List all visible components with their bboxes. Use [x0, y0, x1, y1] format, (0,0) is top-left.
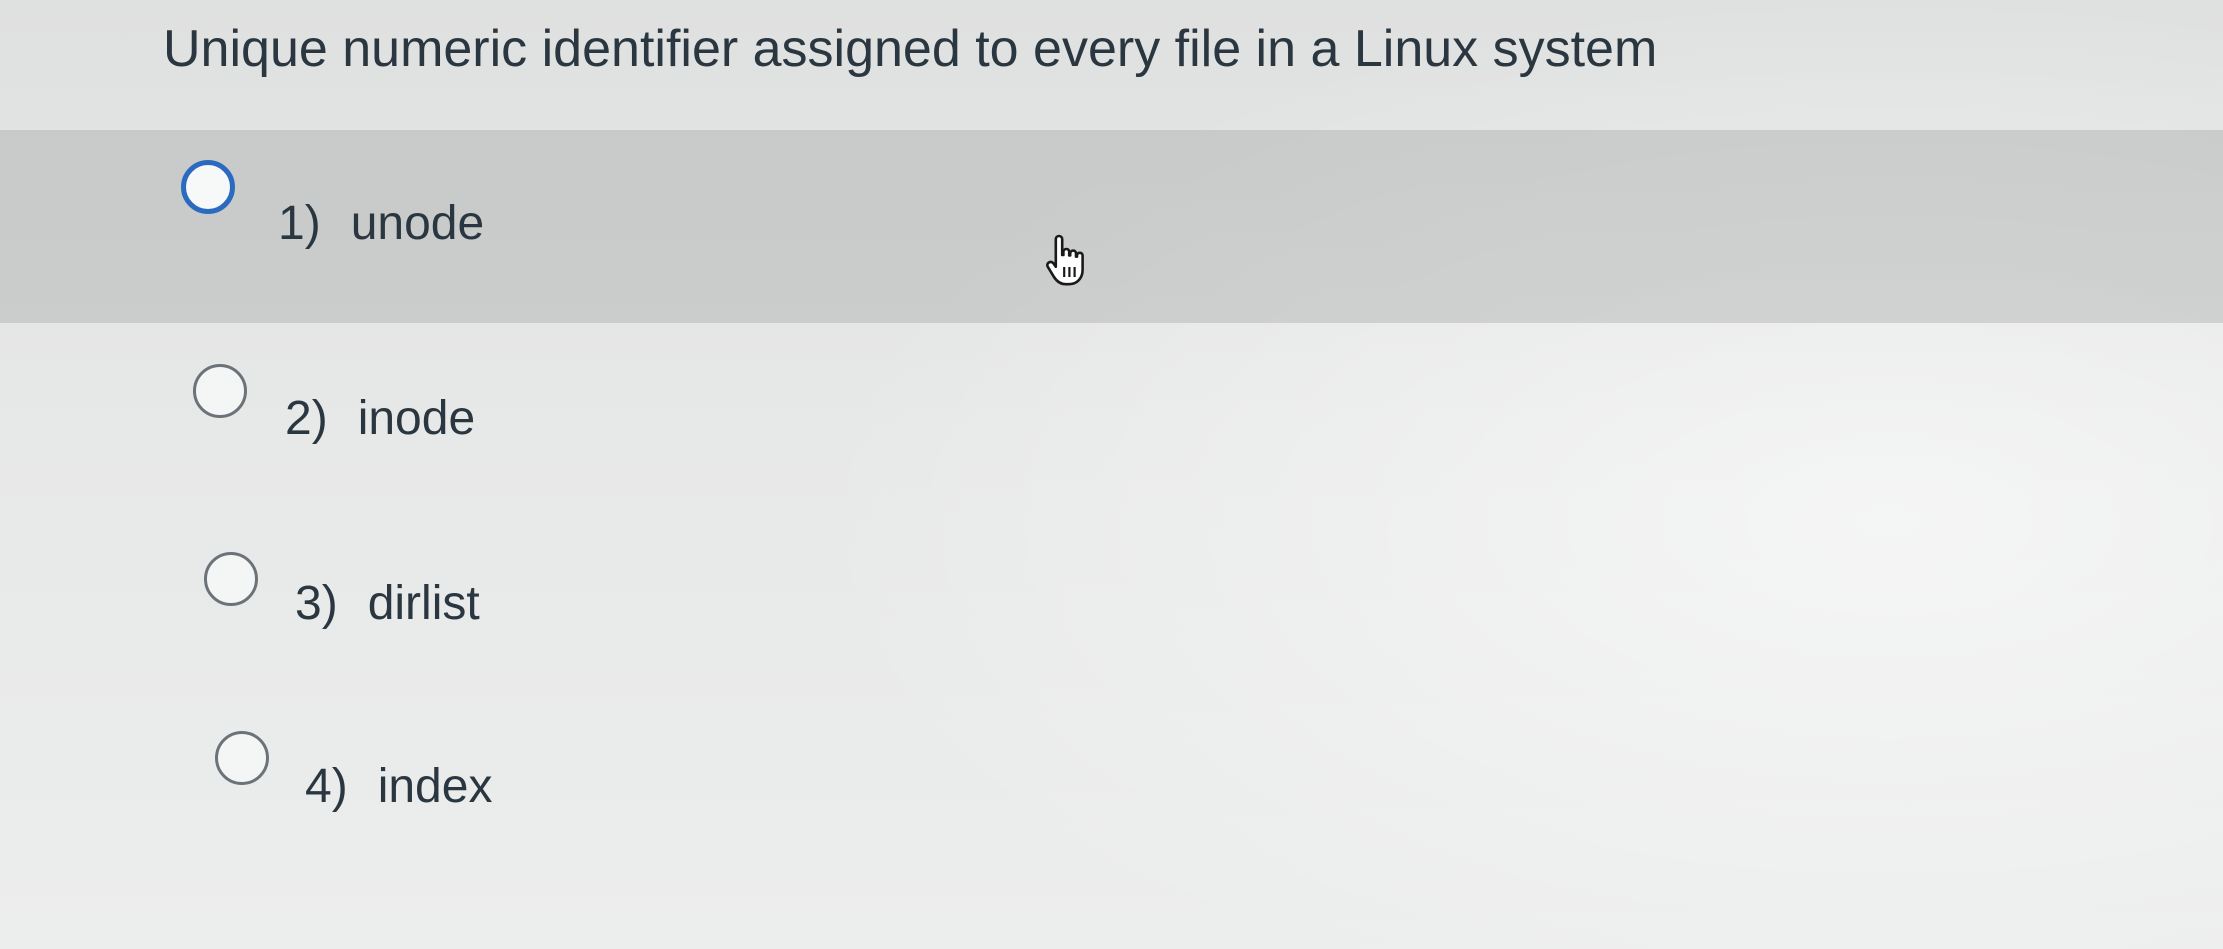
answer-option-text: unode: [350, 197, 485, 250]
radio-button-icon[interactable]: [193, 364, 247, 418]
answer-option-text: index: [377, 760, 493, 813]
answer-option-3[interactable]: 3) dirlist: [0, 530, 2223, 690]
radio-button-icon[interactable]: [204, 552, 258, 606]
answer-option-label: 1) unode: [278, 194, 484, 254]
answer-option-label: 2) inode: [285, 389, 475, 449]
answer-option-number: 4): [305, 760, 348, 813]
answer-option-label: 3) dirlist: [295, 574, 480, 634]
answer-option-label: 4) index: [305, 757, 492, 817]
answer-option-text: inode: [357, 392, 476, 445]
question-text: Unique numeric identifier assigned to ev…: [163, 20, 1658, 78]
answer-option-number: 3): [295, 577, 338, 630]
answer-option-4[interactable]: 4) index: [0, 710, 2223, 870]
answer-option-number: 1): [278, 197, 321, 250]
answer-option-text: dirlist: [367, 577, 480, 630]
hand-pointer-icon: [1046, 234, 1084, 286]
answer-option-2[interactable]: 2) inode: [0, 340, 2223, 500]
radio-button-icon[interactable]: [181, 160, 235, 214]
answer-option-number: 2): [285, 392, 328, 445]
radio-button-icon[interactable]: [215, 731, 269, 785]
answer-option-1[interactable]: 1) unode: [0, 130, 2223, 323]
